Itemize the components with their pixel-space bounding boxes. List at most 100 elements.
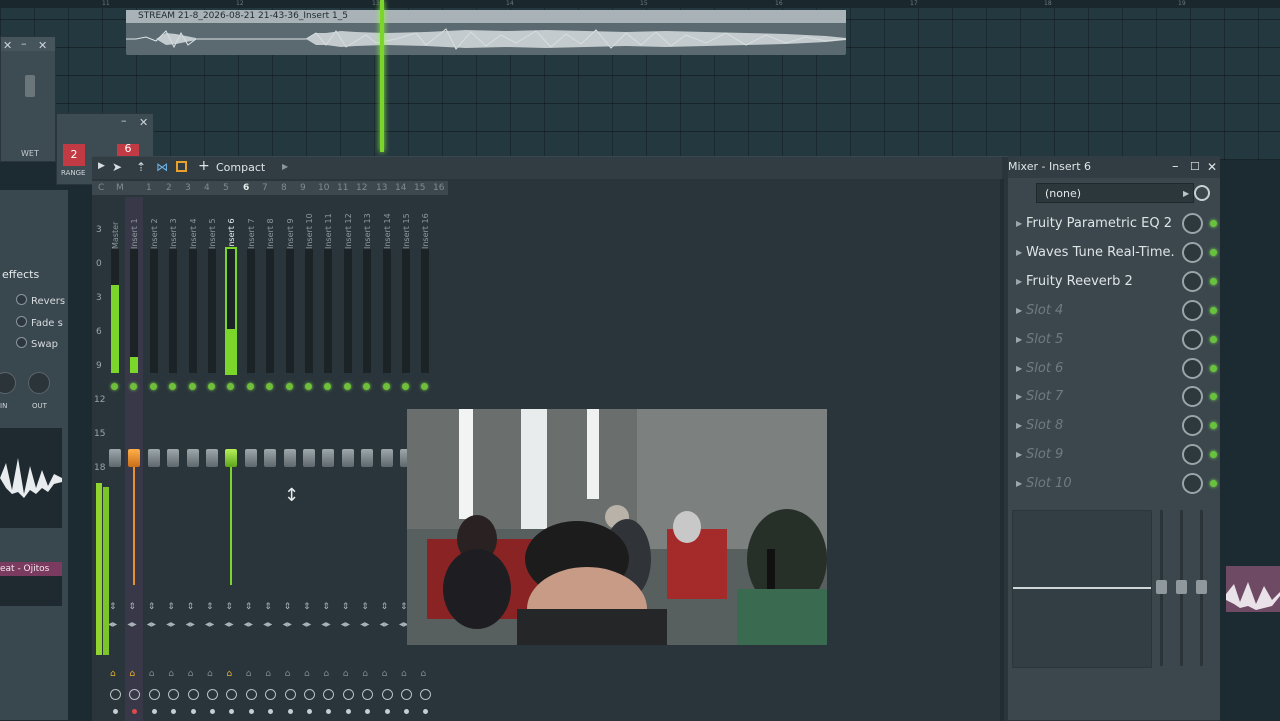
- pan-control-icon[interactable]: ⇕: [148, 603, 156, 612]
- arm-icon[interactable]: ⌂: [420, 669, 426, 679]
- stereo-separation-icon[interactable]: ◀▶: [283, 621, 292, 628]
- effect-option-reverse[interactable]: Revers: [16, 294, 65, 307]
- stereo-separation-icon[interactable]: ◀▶: [360, 621, 369, 628]
- effect-option-fade[interactable]: Fade s: [16, 316, 63, 329]
- expand-arrow-icon[interactable]: ▶: [1016, 211, 1022, 237]
- stereo-separation-icon[interactable]: ◀▶: [147, 621, 156, 628]
- stereo-separation-icon[interactable]: ◀▶: [321, 621, 330, 628]
- pan-control-icon[interactable]: ⇕: [225, 603, 233, 612]
- volume-fader[interactable]: [303, 449, 315, 467]
- range-value-box[interactable]: 6: [117, 144, 139, 156]
- route-knob[interactable]: [129, 689, 141, 700]
- volume-fader[interactable]: [186, 449, 199, 467]
- send-dot[interactable]: [287, 709, 293, 714]
- send-dot[interactable]: [190, 709, 196, 714]
- strip-enable-led[interactable]: [285, 383, 293, 390]
- slot-enable-led[interactable]: [1210, 306, 1217, 314]
- volume-fader[interactable]: [225, 449, 238, 467]
- route-knob[interactable]: [265, 689, 277, 700]
- strip-enable-led[interactable]: [324, 383, 332, 390]
- out-knob[interactable]: [28, 372, 50, 394]
- send-dot[interactable]: [345, 709, 351, 714]
- slot-enable-led[interactable]: [1210, 277, 1217, 285]
- slot-enable-led[interactable]: [1210, 422, 1217, 430]
- expand-arrow-icon[interactable]: ▶: [1016, 327, 1022, 353]
- arm-icon[interactable]: ⌂: [401, 669, 407, 679]
- layout-icon[interactable]: [176, 161, 187, 172]
- pan-control-icon[interactable]: ⇕: [167, 603, 175, 612]
- wet-slider[interactable]: [25, 75, 35, 97]
- maximize-icon[interactable]: ☐: [1190, 156, 1200, 178]
- pan-control-icon[interactable]: ⇕: [128, 603, 136, 612]
- send-dot[interactable]: [248, 709, 254, 714]
- slot-enable-led[interactable]: [1210, 393, 1217, 401]
- volume-fader[interactable]: [322, 449, 335, 467]
- arm-icon[interactable]: ⌂: [382, 669, 388, 679]
- mix-level-knob[interactable]: [1182, 415, 1203, 437]
- mix-level-knob[interactable]: [1182, 299, 1203, 321]
- strip-enable-led[interactable]: [246, 383, 254, 390]
- send-dot[interactable]: [151, 709, 157, 714]
- stereo-separation-icon[interactable]: ◀▶: [244, 621, 253, 628]
- radio-icon[interactable]: [16, 316, 27, 327]
- expand-arrow-icon[interactable]: ▶: [1016, 356, 1022, 382]
- volume-fader[interactable]: [283, 449, 296, 467]
- minimize-icon[interactable]: –: [21, 38, 27, 50]
- send-dot[interactable]: [113, 709, 118, 714]
- strip-enable-led[interactable]: [208, 383, 215, 390]
- mixer-strips[interactable]: Master ⇕ ◀▶ ⌂ Insert 1 ⇕ ◀▶ ⌂ Insert 2 ⇕ ◀▶ ⌂ Insert…: [106, 197, 450, 721]
- pan-control-icon[interactable]: ⇕: [342, 603, 350, 612]
- strip-enable-led[interactable]: [227, 383, 235, 390]
- pan-control-icon[interactable]: ⇕: [284, 603, 292, 612]
- stereo-separation-icon[interactable]: ◀▶: [127, 621, 136, 628]
- stereo-separation-icon[interactable]: ◀▶: [108, 621, 117, 628]
- in-knob[interactable]: [0, 372, 16, 394]
- eq-sliders[interactable]: [1156, 510, 1212, 666]
- volume-fader[interactable]: [361, 449, 374, 467]
- pan-control-icon[interactable]: ⇕: [245, 603, 253, 612]
- route-knob[interactable]: [110, 689, 121, 700]
- stereo-separation-icon[interactable]: ◀▶: [186, 621, 195, 628]
- volume-fader[interactable]: [128, 449, 141, 467]
- playlist-area[interactable]: STREAM 21-8_2026-08-21 21-43-36_Insert 1…: [0, 0, 1280, 160]
- close-icon[interactable]: ✕: [1207, 156, 1217, 178]
- close-icon[interactable]: ✕: [139, 117, 148, 129]
- plugin-window-small[interactable]: ✕ – ✕ WET: [0, 36, 56, 162]
- mix-level-knob[interactable]: [1182, 270, 1203, 292]
- send-dot[interactable]: [326, 709, 332, 714]
- clock-icon[interactable]: [1194, 185, 1210, 201]
- link-arrow-icon[interactable]: ⋈: [156, 160, 168, 174]
- route-knob[interactable]: [226, 689, 238, 700]
- expand-arrow-icon[interactable]: ▶: [1016, 240, 1022, 266]
- volume-fader[interactable]: [109, 449, 121, 467]
- range-value-box[interactable]: 2: [63, 144, 85, 166]
- slot-enable-led[interactable]: [1210, 451, 1217, 459]
- pan-control-icon[interactable]: ⇕: [303, 603, 311, 612]
- arm-icon[interactable]: ⌂: [168, 669, 174, 679]
- route-knob[interactable]: [245, 689, 257, 700]
- route-knob[interactable]: [323, 689, 335, 700]
- radio-icon[interactable]: [16, 337, 27, 348]
- expand-arrow-icon[interactable]: ▶: [1016, 298, 1022, 324]
- volume-fader[interactable]: [244, 449, 257, 467]
- pan-control-icon[interactable]: ⇕: [322, 603, 330, 612]
- expand-arrow-icon[interactable]: ▶: [282, 162, 288, 171]
- layout-mode-label[interactable]: Compact: [216, 161, 265, 174]
- arm-icon[interactable]: ⌂: [323, 669, 329, 679]
- pan-control-icon[interactable]: ⇕: [264, 603, 272, 612]
- panel-divider[interactable]: [1000, 179, 1004, 721]
- route-icon[interactable]: ➤: [112, 160, 122, 174]
- mixer-strip[interactable]: Insert 13 ⇕ ◀▶ ⌂: [358, 197, 376, 721]
- mixer-strip[interactable]: Insert 1 ⇕ ◀▶ ⌂: [125, 197, 144, 721]
- insert-panel-titlebar[interactable]: Mixer - Insert 6 – ☐ ✕: [1008, 156, 1220, 178]
- send-dot[interactable]: [132, 709, 138, 714]
- mix-level-knob[interactable]: [1182, 473, 1203, 495]
- eq-graph[interactable]: [1012, 510, 1152, 668]
- strip-enable-led[interactable]: [188, 383, 196, 390]
- arm-icon[interactable]: ⌂: [304, 669, 310, 679]
- volume-fader[interactable]: [380, 449, 393, 467]
- track-label[interactable]: eat - Ojitos: [0, 562, 62, 576]
- effect-slot[interactable]: ▶ Waves Tune Real-Time...: [1014, 240, 1217, 266]
- strip-enable-led[interactable]: [343, 383, 351, 390]
- mixer-strip[interactable]: Insert 2 ⇕ ◀▶ ⌂: [145, 197, 163, 721]
